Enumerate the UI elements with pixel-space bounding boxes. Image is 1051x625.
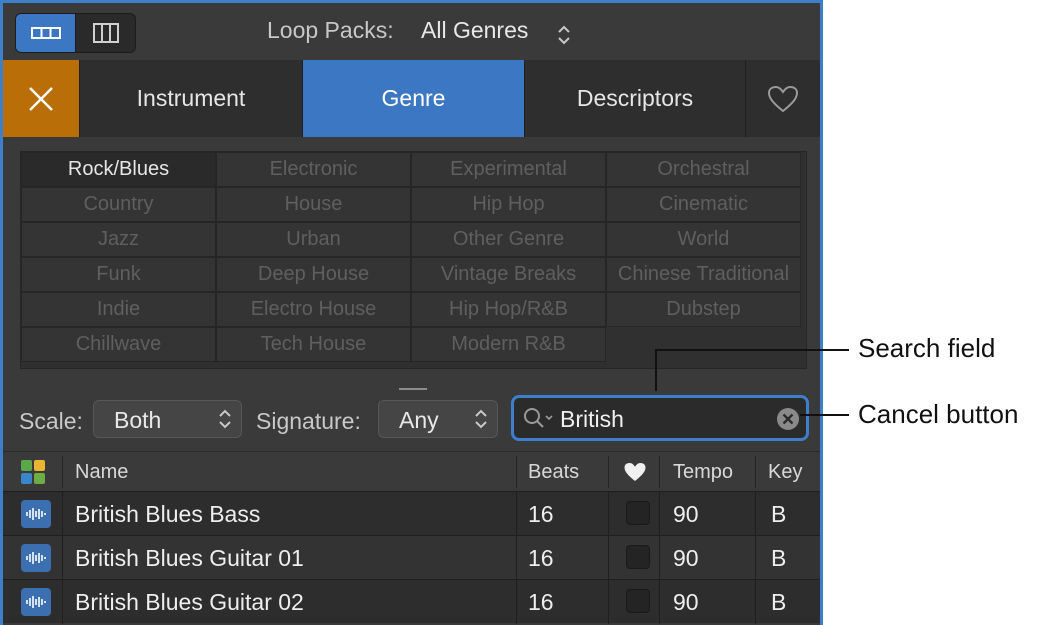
resize-handle[interactable] [399,388,427,390]
cancel-button-callout-line [800,414,849,416]
column-view-button[interactable] [75,14,135,52]
genre-button[interactable]: Urban [216,222,411,257]
category-tabs: Instrument Genre Descriptors [3,60,820,137]
chevron-updown-icon[interactable] [556,23,572,47]
chevron-updown-icon [219,409,231,429]
button-view-button[interactable] [16,14,75,52]
search-field[interactable]: British [511,395,809,441]
cancel-search-icon[interactable] [776,407,800,431]
search-input[interactable]: British [560,406,624,433]
view-mode-segmented-control [15,13,136,53]
column-header-tempo[interactable]: Tempo [673,452,733,492]
genre-button[interactable]: Cinematic [606,187,801,222]
search-field-callout-line [655,349,849,351]
signature-popup[interactable]: Any [378,400,498,438]
heart-icon[interactable] [623,461,647,483]
loop-packs-popup[interactable]: All Genres [421,17,528,44]
column-header-beats[interactable]: Beats [528,452,579,492]
loop-tempo: 90 [673,588,699,615]
genre-button[interactable]: Vintage Breaks [411,257,606,292]
search-field-callout-line [655,349,657,391]
audio-loop-icon [21,544,51,572]
loop-key: B [771,588,787,615]
category-color-icon[interactable] [20,459,46,485]
genre-button[interactable]: Chillwave [21,327,216,362]
table-row[interactable]: British Blues Guitar 01 16 90 B [3,535,820,580]
genre-button[interactable]: Modern R&B [411,327,606,362]
loop-packs-label: Loop Packs: [267,17,394,43]
favorite-checkbox[interactable] [626,545,650,569]
signature-label: Signature: [256,408,361,434]
genre-button[interactable]: Rock/Blues [21,152,216,187]
genre-button[interactable]: Chinese Traditional [606,257,801,292]
loop-name: British Blues Bass [75,500,261,527]
loop-key: B [771,500,787,527]
loop-beats: 16 [528,500,554,527]
audio-loop-icon [21,588,51,616]
button-grid-icon [30,27,61,39]
loop-browser-panel: Loop Packs: All Genres Instrument Genre … [0,0,823,625]
audio-loop-icon [21,500,51,528]
genre-button[interactable]: Funk [21,257,216,292]
tab-descriptors[interactable]: Descriptors [525,60,746,137]
table-header: Name Beats Tempo Key [3,451,820,492]
loop-name: British Blues Guitar 01 [75,544,304,571]
genre-button[interactable]: Dubstep [606,292,801,327]
genre-button[interactable]: Other Genre [411,222,606,257]
search-field-callout: Search field [858,333,996,363]
genre-button[interactable]: Hip Hop [411,187,606,222]
loop-key: B [771,544,787,571]
genre-button[interactable]: Orchestral [606,152,801,187]
loop-beats: 16 [528,544,554,571]
scale-popup[interactable]: Both [93,400,242,438]
table-row[interactable]: British Blues Bass 16 90 B [3,491,820,536]
table-row[interactable]: British Blues Guitar 02 16 90 B [3,579,820,624]
loop-name: British Blues Guitar 02 [75,588,304,615]
favorite-checkbox[interactable] [626,589,650,613]
genre-button[interactable]: Electronic [216,152,411,187]
loop-beats: 16 [528,588,554,615]
genre-button[interactable]: Indie [21,292,216,327]
search-icon [524,408,553,428]
genre-keyword-grid: Rock/Blues Electronic Experimental Orche… [20,151,807,369]
genre-button[interactable]: Jazz [21,222,216,257]
heart-icon [767,85,799,112]
close-icon [29,86,53,111]
genre-button[interactable]: Experimental [411,152,606,187]
genre-button[interactable]: Electro House [216,292,411,327]
column-header-key[interactable]: Key [768,452,802,492]
loop-tempo: 90 [673,500,699,527]
column-header-name[interactable]: Name [75,452,128,492]
scale-value: Both [114,407,162,433]
signature-value: Any [399,407,439,433]
genre-button[interactable]: Tech House [216,327,411,362]
genre-button[interactable]: House [216,187,411,222]
top-bar: Loop Packs: All Genres [3,3,820,60]
genre-button[interactable]: Hip Hop/R&B [411,292,606,327]
genre-button[interactable]: Country [21,187,216,222]
scale-label: Scale: [19,408,83,434]
loop-tempo: 90 [673,544,699,571]
chevron-updown-icon [475,409,487,429]
reset-filters-button[interactable] [3,60,80,137]
favorites-tab[interactable] [746,60,820,137]
column-view-icon [92,23,119,43]
tab-genre[interactable]: Genre [303,60,525,137]
favorite-checkbox[interactable] [626,501,650,525]
genre-button[interactable]: Deep House [216,257,411,292]
tab-instrument[interactable]: Instrument [80,60,303,137]
genre-button[interactable]: World [606,222,801,257]
cancel-button-callout: Cancel button [858,399,1019,429]
